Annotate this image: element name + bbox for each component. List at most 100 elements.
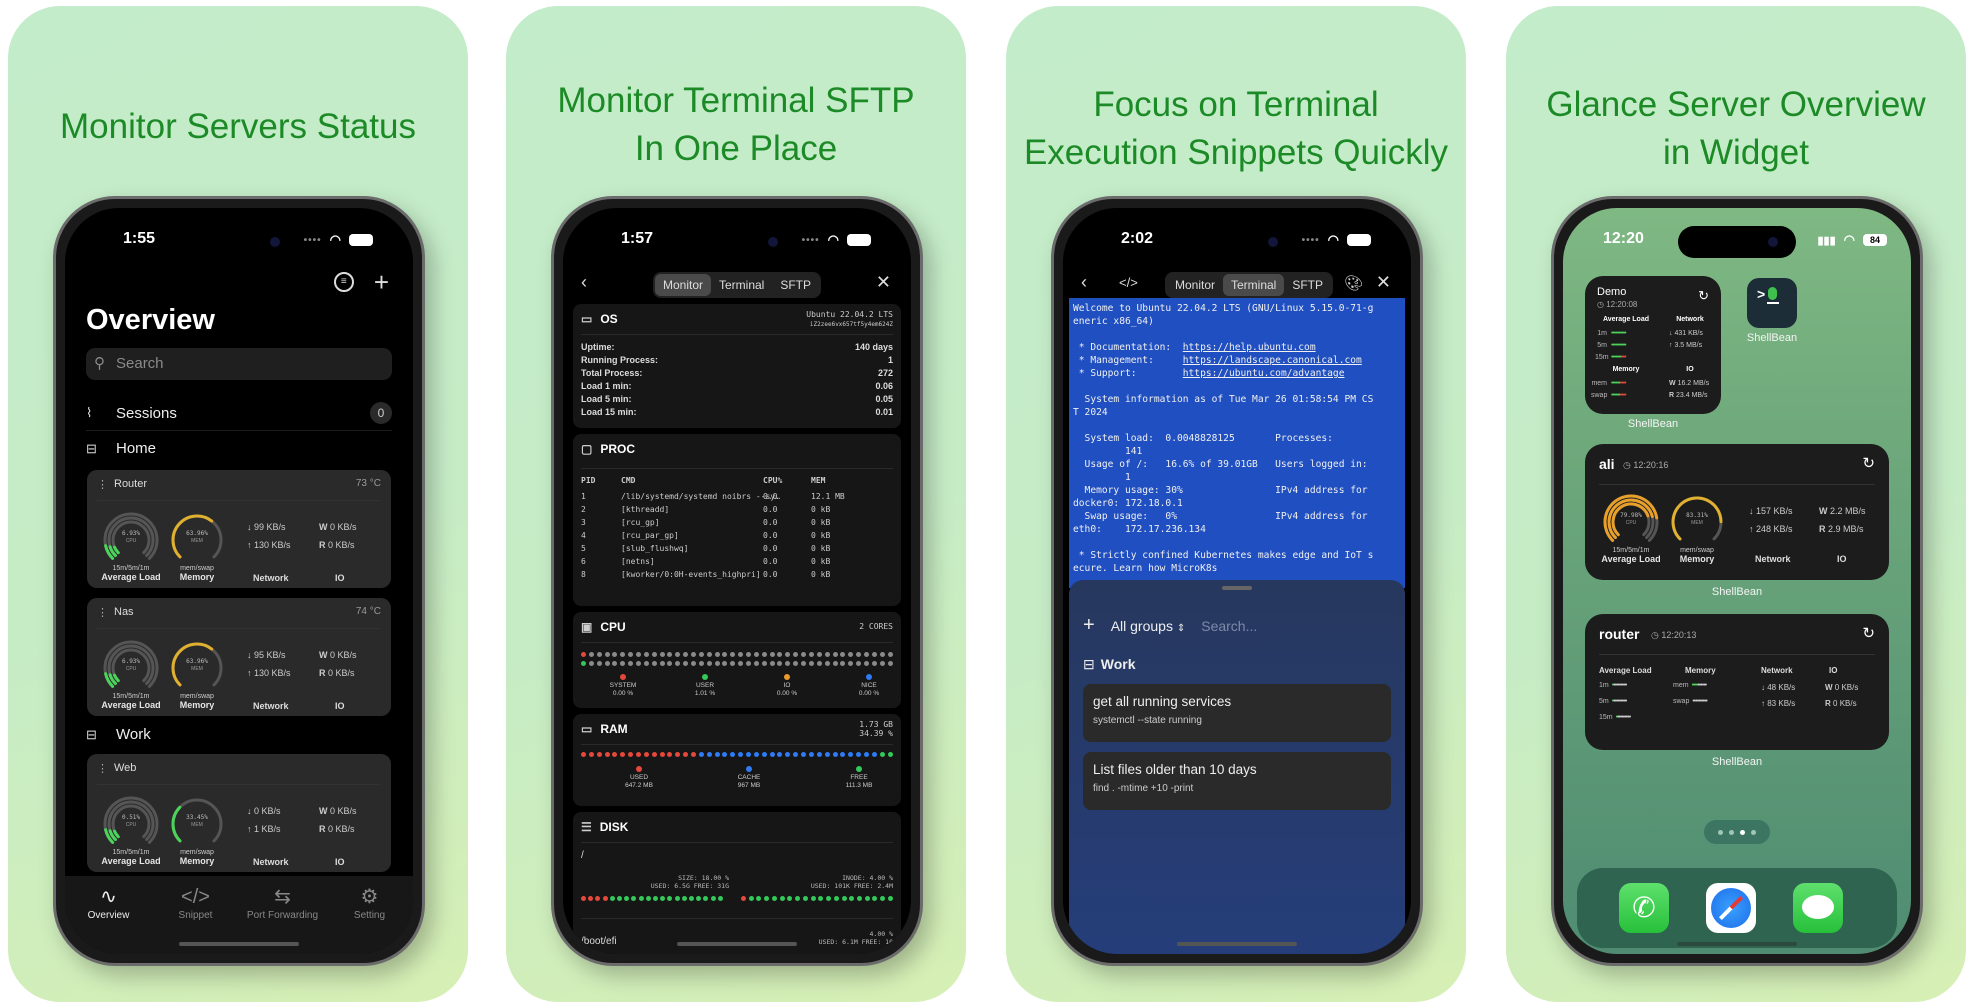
proc-col-header[interactable]: CMD (621, 476, 635, 485)
more-icon[interactable]: ⋮ (97, 762, 108, 775)
terminal-line: 141 (1073, 446, 1143, 457)
proc-cell: 0 kB (811, 531, 831, 540)
meter-dot (581, 652, 586, 657)
terminal-line: Usage of /: 16.6% of 39.01GB Users logge… (1073, 459, 1368, 470)
upload-icon: ↑ (1749, 524, 1754, 534)
mem-gauge: 63.96% MEM (167, 638, 227, 698)
disk2-percent: 4.00 % (869, 930, 893, 938)
meter-dot (764, 896, 770, 901)
meter-dot (651, 661, 657, 666)
segment-monitor[interactable]: Monitor (654, 274, 711, 296)
legend-dot (784, 674, 790, 680)
server-card-nas[interactable]: ⋮ Nas 74 °C 6.93% CPU 15m/5m/1m Average Load 63… (87, 598, 391, 716)
tab-overview[interactable]: ∿ Overview (69, 884, 149, 954)
phone-app-icon[interactable]: ✆ (1619, 883, 1669, 933)
proc-col-header[interactable]: PID (581, 476, 595, 485)
meter-dot (746, 661, 752, 666)
segment-sftp[interactable]: SFTP (1284, 274, 1331, 296)
meter-dot (769, 752, 775, 757)
filter-icon[interactable]: ≡ (333, 272, 354, 292)
legend-value: 0.00 % (612, 690, 634, 697)
os-key: Load 5 min: (581, 394, 632, 404)
more-icon[interactable]: ⋮ (97, 606, 108, 619)
proc-col-header[interactable]: CPU% (763, 476, 782, 485)
terminal-link[interactable]: https://help.ubuntu.com (1183, 342, 1316, 353)
segment-terminal[interactable]: Terminal (1222, 274, 1285, 296)
refresh-icon[interactable]: ↻ (1862, 624, 1875, 642)
snippet-item[interactable]: List files older than 10 days find . -mt… (1083, 752, 1391, 810)
cpu-card: ▣ CPU 2 CORES SYSTEM 0.00 % USER 1.01 % IO 0.0… (573, 612, 901, 708)
terminal-line: * Management: https://landscape.canonica… (1073, 355, 1362, 366)
palette-icon[interactable]: 🎨︎ (1344, 274, 1363, 292)
group-name: Work (116, 726, 151, 743)
meter-dot (588, 661, 594, 666)
io-write-row: W 0 KB/s (319, 522, 357, 532)
meter-dot (636, 652, 642, 657)
group-select[interactable]: All groups ⇕ (1111, 618, 1186, 634)
widget-router[interactable]: router ◷ 12:20:13 ↻ Average Load Memory Ne… (1585, 614, 1889, 750)
sheet-grabber[interactable] (1222, 586, 1252, 590)
safari-app-icon[interactable] (1706, 883, 1756, 933)
meter-dot (681, 896, 687, 901)
snippet-search-input[interactable]: Search... (1201, 618, 1257, 634)
meter-dot (832, 661, 838, 666)
segment-monitor[interactable]: Monitor (1167, 274, 1223, 296)
back-button[interactable]: ‹ (1081, 272, 1087, 293)
proc-col-header[interactable]: MEM (811, 476, 825, 485)
meter-dot (691, 752, 697, 757)
group-header-home[interactable]: ⊟ Home (86, 440, 392, 457)
sessions-row[interactable]: ⌇ Sessions 0 (86, 402, 392, 424)
terminal-output[interactable]: Welcome to Ubuntu 22.04.2 LTS (GNU/Linux… (1069, 298, 1405, 588)
meter-dot (722, 752, 728, 757)
widget-demo[interactable]: Demo ◷ 12:20:08 ↻ Average Load Network 1… (1585, 276, 1721, 414)
server-card-web[interactable]: ⋮ Web 0.51% CPU 15m/5m/1m Average Load 33.45% M… (87, 754, 391, 872)
close-button[interactable]: ✕ (1376, 272, 1391, 293)
meter-dot (714, 752, 720, 757)
server-card-header: ⋮ Router 73 °C (97, 478, 381, 491)
add-snippet-button[interactable]: + (1083, 614, 1095, 637)
card-title: OS (600, 312, 618, 326)
meter-dot (785, 652, 791, 657)
wifi-icon: ◠ (1843, 232, 1855, 247)
meter-dot (748, 896, 754, 901)
terminal-link[interactable]: https://ubuntu.com/advantage (1183, 368, 1345, 379)
meter-dot (840, 752, 846, 757)
meter-dot (651, 652, 657, 657)
tab-setting[interactable]: ⚙ Setting (330, 884, 410, 954)
meter-dot (816, 652, 822, 657)
server-card-router[interactable]: ⋮ Router 73 °C 6.93% CPU 15m/5m/1m Average Loa… (87, 470, 391, 588)
back-button[interactable]: ‹ (581, 272, 587, 293)
messages-app-icon[interactable] (1793, 883, 1843, 933)
close-button[interactable]: ✕ (876, 272, 891, 293)
mem-percent: 83.31% (1686, 512, 1708, 519)
io-read: 2.9 MB/s (1828, 524, 1864, 534)
meter-dot (660, 896, 666, 901)
meter-dot (841, 896, 847, 901)
mem-caption: mem/swap Memory (157, 692, 237, 710)
group-header-work[interactable]: ⊟ Work (86, 726, 392, 743)
mem-row: swap •••••••••• (1673, 698, 1708, 705)
page-indicator[interactable] (1704, 820, 1770, 844)
segment-terminal[interactable]: Terminal (711, 274, 772, 296)
shellbean-app-icon[interactable]: > (1747, 278, 1797, 328)
refresh-icon[interactable]: ↻ (1862, 454, 1875, 472)
refresh-icon[interactable]: ↻ (1698, 288, 1709, 304)
card-title: CPU (600, 620, 626, 634)
load-row: 1m •••••••••• (1595, 328, 1627, 340)
segment-sftp[interactable]: SFTP (772, 274, 819, 296)
meter-dot (631, 896, 637, 901)
proc-cell: 5 (581, 544, 586, 553)
meter-dot (706, 752, 712, 757)
add-server-button[interactable]: + (374, 269, 389, 295)
meter-dot (738, 652, 744, 657)
meter-dot (659, 652, 665, 657)
network-title: Network (253, 573, 289, 583)
search-input[interactable]: ⚲ Search (86, 348, 392, 380)
widget-ali[interactable]: ali ◷ 12:20:16 ↻ 79.98% CPU 15m/5m/1m Avera… (1585, 444, 1889, 580)
more-icon[interactable]: ⋮ (97, 478, 108, 491)
load-period: 5m (1597, 342, 1607, 349)
terminal-link[interactable]: https://landscape.canonical.com (1183, 355, 1362, 366)
snippet-item[interactable]: get all running services systemctl --sta… (1083, 684, 1391, 742)
snippet-code-button[interactable]: </> (1119, 275, 1138, 290)
upload-icon: ↑ (1761, 699, 1765, 708)
